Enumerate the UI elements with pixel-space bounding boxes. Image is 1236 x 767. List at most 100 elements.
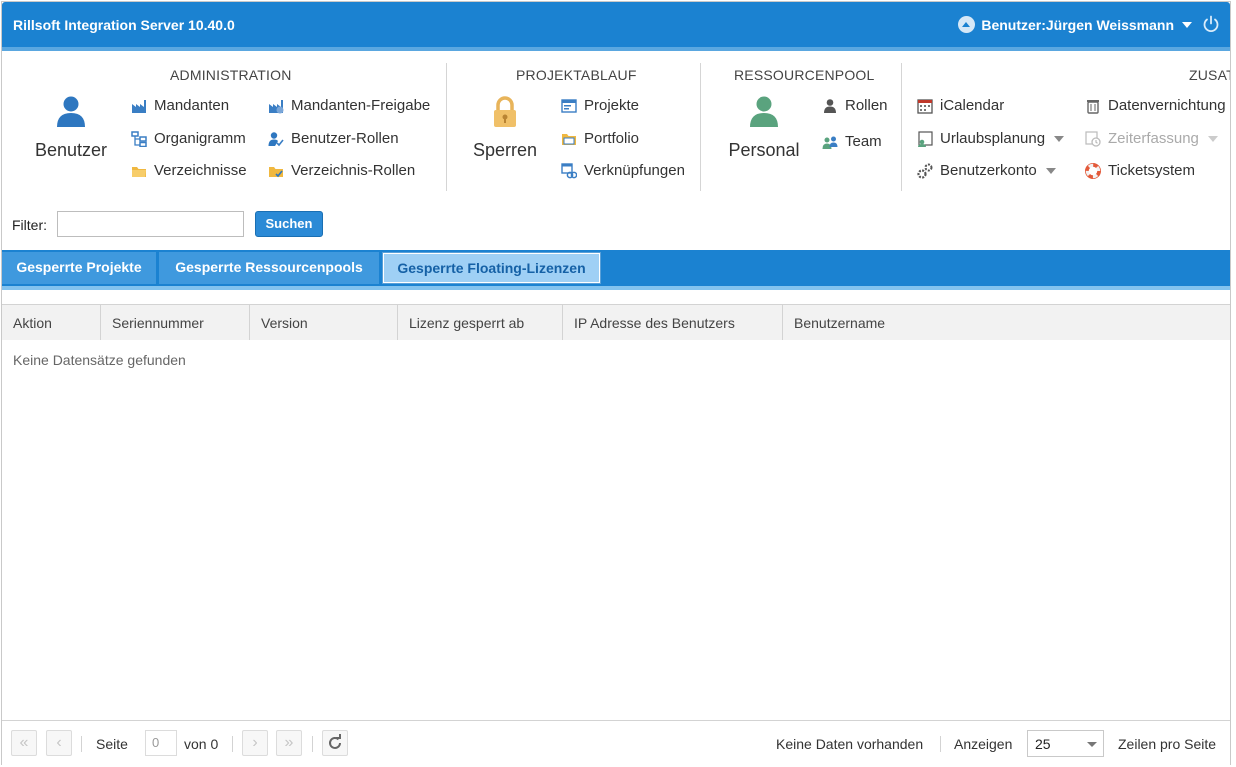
calendar-icon [917, 98, 933, 114]
page-size-value: 25 [1035, 736, 1051, 752]
benutzer-label: Benutzer [34, 140, 108, 160]
urlaubsplanung-label: Urlaubsplanung [940, 130, 1046, 147]
sperren-button[interactable]: Sperren [468, 95, 542, 161]
benutzerkonto-button[interactable]: Benutzerkonto [917, 162, 1056, 179]
datenvernichtung-button[interactable]: Datenvernichtung [1085, 97, 1226, 114]
personal-label: Personal [728, 140, 800, 160]
projekte-label: Projekte [584, 97, 640, 114]
page-count: von 0 [184, 736, 219, 752]
factory-icon [132, 99, 146, 113]
chevron-down-icon[interactable] [1054, 135, 1065, 142]
rollen-button[interactable]: Rollen [822, 97, 888, 114]
team-icon [822, 136, 838, 149]
first-page-icon[interactable]: « [11, 730, 37, 756]
sperren-label: Sperren [472, 140, 538, 160]
personal-icon [750, 96, 778, 127]
verzeichnisse-label: Verzeichnisse [154, 162, 247, 179]
project-window-icon [561, 98, 577, 113]
benutzer-rollen-label: Benutzer-Rollen [291, 130, 399, 147]
column-header-lizenz-gesperrt-ab[interactable]: Lizenz gesperrt ab [398, 305, 563, 340]
page-size-select[interactable]: 25 [1027, 730, 1104, 757]
user-icon [57, 96, 85, 127]
ribbon-separator [901, 63, 902, 191]
column-header-version[interactable]: Version [250, 305, 398, 340]
verzeichnis-rollen-label: Verzeichnis-Rollen [291, 162, 416, 179]
zeiterfassung-label: Zeiterfassung [1108, 130, 1199, 147]
grid-header: Aktion Seriennummer Version Lizenz gespe… [2, 304, 1230, 340]
next-page-icon[interactable]: › [242, 730, 268, 756]
user-role-icon [268, 131, 284, 146]
tab-gesperrte-floating-lizenzen[interactable]: Gesperrte Floating-Lizenzen [382, 252, 601, 284]
benutzer-rollen-button[interactable]: Benutzer-Rollen [268, 130, 399, 147]
column-header-ip-adresse[interactable]: IP Adresse des Benutzers [563, 305, 783, 340]
ticketsystem-button[interactable]: Ticketsystem [1085, 162, 1195, 179]
datenvernichtung-label: Datenvernichtung [1108, 97, 1226, 114]
column-header-seriennummer[interactable]: Seriennummer [101, 305, 250, 340]
filter-bar: Filter: Suchen [2, 205, 1230, 249]
ribbon-toolbar: ADMINISTRATION Benutzer Mandanten Organi… [2, 51, 1230, 203]
prev-page-icon[interactable]: ‹ [46, 730, 72, 756]
group-title-zusatz: ZUSAT [1189, 67, 1230, 83]
lock-icon [494, 96, 516, 127]
tab-bar: Gesperrte Projekte Gesperrte Ressourcenp… [2, 250, 1230, 286]
pager-separator [232, 736, 233, 752]
role-icon [824, 98, 836, 113]
organigramm-label: Organigramm [154, 130, 246, 147]
refresh-icon[interactable] [322, 730, 348, 756]
tab-gesperrte-ressourcenpools[interactable]: Gesperrte Ressourcenpools [159, 252, 381, 284]
verknuepfungen-button[interactable]: Verknüpfungen [561, 162, 685, 179]
group-title-ressourcenpool: RESSOURCENPOOL [734, 67, 875, 83]
portfolio-icon [562, 133, 576, 145]
zeiterfassung-button[interactable]: Zeiterfassung [1085, 130, 1218, 147]
pager-separator [81, 736, 82, 752]
search-button[interactable]: Suchen [255, 211, 323, 237]
personal-button[interactable]: Personal [724, 95, 804, 161]
show-label: Anzeigen [954, 736, 1013, 752]
app-window: Rillsoft Integration Server 10.40.0 Benu… [1, 1, 1231, 766]
power-icon[interactable] [1202, 15, 1220, 33]
tab-gesperrte-projekte[interactable]: Gesperrte Projekte [2, 252, 158, 284]
vacation-icon [918, 130, 933, 147]
time-tracking-icon [1085, 130, 1101, 147]
trash-icon [1087, 99, 1099, 114]
lifebuoy-icon [1085, 162, 1101, 179]
column-header-benutzername[interactable]: Benutzername [783, 305, 1230, 340]
user-menu[interactable]: Benutzer:Jürgen Weissmann [981, 17, 1174, 33]
pager-separator [312, 736, 313, 752]
rollen-label: Rollen [845, 97, 888, 114]
urlaubsplanung-button[interactable]: Urlaubsplanung [917, 130, 1065, 147]
page-input[interactable]: 0 [145, 730, 177, 756]
portfolio-button[interactable]: Portfolio [561, 130, 639, 147]
chevron-down-icon[interactable] [1207, 135, 1218, 142]
pager-status: Keine Daten vorhanden [776, 736, 924, 752]
ribbon-separator [446, 63, 447, 191]
chevron-down-icon[interactable] [1045, 167, 1056, 174]
chevron-down-icon[interactable] [1182, 22, 1192, 28]
icalendar-label: iCalendar [940, 97, 1005, 114]
app-title: Rillsoft Integration Server 10.40.0 [13, 17, 235, 33]
portfolio-label: Portfolio [584, 130, 640, 147]
folder-check-icon [269, 166, 283, 177]
team-button[interactable]: Team [822, 133, 882, 150]
page-label: Seite [96, 736, 128, 752]
team-label: Team [845, 133, 882, 150]
verzeichnis-rollen-button[interactable]: Verzeichnis-Rollen [268, 162, 415, 179]
organigramm-button[interactable]: Organigramm [131, 130, 246, 147]
gears-icon [917, 163, 933, 179]
verknuepfungen-label: Verknüpfungen [584, 162, 685, 179]
group-title-projektablauf: PROJEKTABLAUF [516, 67, 637, 83]
last-page-icon[interactable]: » [276, 730, 302, 756]
collapse-up-icon[interactable] [958, 16, 975, 33]
mandanten-button[interactable]: Mandanten [131, 97, 229, 114]
verzeichnisse-button[interactable]: Verzeichnisse [131, 162, 247, 179]
org-chart-icon [131, 130, 147, 147]
filter-input[interactable] [57, 211, 244, 237]
ribbon-separator [700, 63, 701, 191]
mandanten-freigabe-button[interactable]: Mandanten-Freigabe [268, 97, 430, 114]
benutzer-button[interactable]: Benutzer [32, 95, 110, 161]
projekte-button[interactable]: Projekte [561, 97, 639, 114]
icalendar-button[interactable]: iCalendar [917, 97, 1004, 114]
column-header-aktion[interactable]: Aktion [2, 305, 101, 340]
ticketsystem-label: Ticketsystem [1108, 162, 1195, 179]
chevron-down-icon [1087, 742, 1097, 747]
